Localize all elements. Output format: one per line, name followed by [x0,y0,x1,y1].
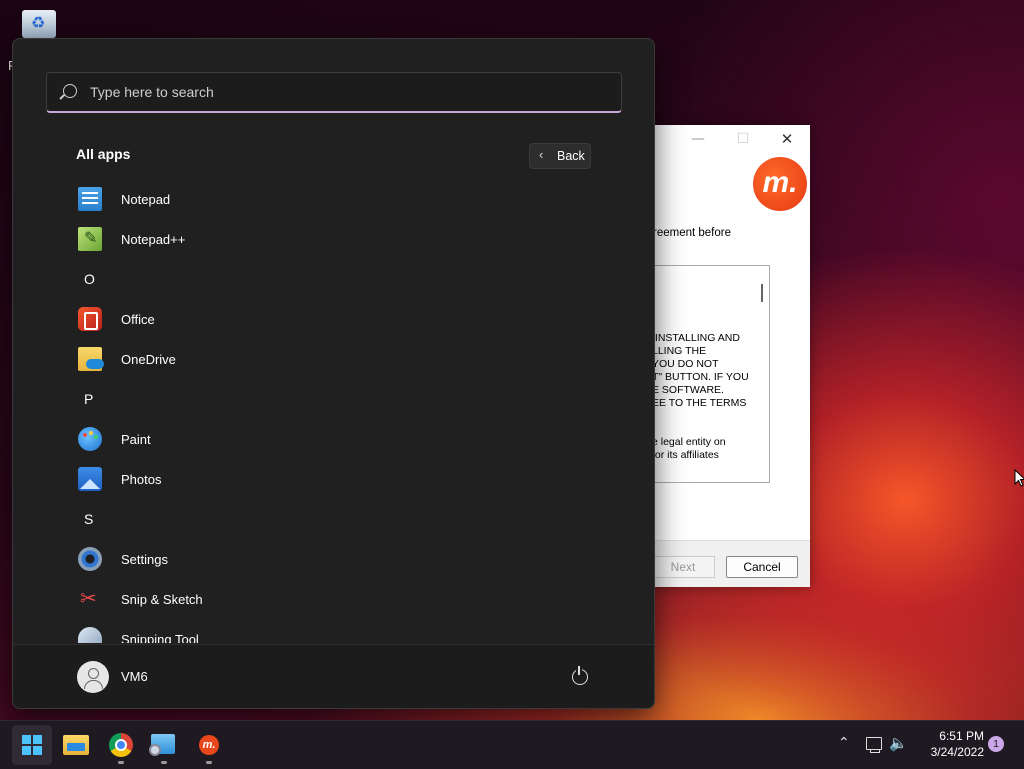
mouse-cursor-icon [1014,468,1024,492]
app-name: Office [121,312,155,327]
license-text-2: e legal entity on for its affiliates [653,436,726,461]
license-textbox[interactable]: INSTALLING AND LLING THE YOU DO NOT T" B… [653,265,770,483]
list-item-notepad[interactable]: Notepad [13,179,613,219]
app-name: Notepad++ [121,232,186,247]
power-icon[interactable] [572,666,588,685]
installer-window[interactable]: — ☐ ✕ m. reement before INSTALLING AND L… [653,125,810,587]
search-placeholder: Type here to search [90,84,214,100]
snipping-tool-icon [78,627,102,643]
search-input[interactable]: Type here to search [46,72,622,113]
list-item-onedrive[interactable]: OneDrive [13,339,613,379]
settings-icon [78,547,102,571]
list-item-photos[interactable]: Photos [13,459,613,499]
volume-icon[interactable]: 🔈 [889,734,908,752]
user-name[interactable]: VM6 [121,669,148,684]
back-button[interactable]: ‹ Back [529,143,591,169]
letter-header-o[interactable]: O [13,259,613,299]
taskbar: m. ⌃ 🔈 6:51 PM 3/24/2022 1 [0,720,1024,769]
list-item-paint[interactable]: Paint [13,419,613,459]
office-icon [78,307,102,331]
user-bar: VM6 [13,644,654,708]
running-indicator [206,761,212,764]
notepad-plus-plus-icon [78,227,102,251]
minimize-button[interactable]: — [688,131,708,147]
chrome-button[interactable] [101,725,141,765]
installer-titlebar[interactable]: — ☐ ✕ [653,125,810,155]
clock-date: 3/24/2022 [930,745,984,759]
license-text: INSTALLING AND LLING THE YOU DO NOT T" B… [653,332,749,409]
onedrive-icon [78,347,104,371]
app-name: Snipping Tool [121,632,199,643]
app-name: Settings [121,552,168,567]
avatar[interactable] [77,661,109,693]
windows-logo-icon [22,735,42,755]
next-button[interactable]: Next [653,556,715,578]
cancel-button[interactable]: Cancel [726,556,798,578]
installer-logo: m. [753,157,807,211]
chrome-icon [109,733,133,757]
letter-header-label: P [84,391,94,407]
app-name: Snip & Sketch [121,592,203,607]
clock[interactable]: 6:51 PM 3/24/2022 [912,728,984,760]
photos-icon [78,467,102,491]
paint-icon [78,427,102,451]
list-item-office[interactable]: Office [13,299,613,339]
list-item-snipping-tool[interactable]: Snipping Tool [13,619,613,643]
running-indicator [161,761,167,764]
network-icon[interactable] [866,737,882,753]
letter-header-label: S [84,511,94,527]
running-indicator [118,761,124,764]
installer-app-button[interactable]: m. [189,725,229,765]
setup-button[interactable] [144,725,184,765]
app-name: Notepad [121,192,171,207]
folder-icon [63,735,89,755]
letter-header-label: O [84,271,95,287]
back-button-label: Back [557,149,585,163]
list-item-settings[interactable]: Settings [13,539,613,579]
recycle-bin-icon[interactable] [20,8,58,38]
notepad-icon [78,187,102,211]
letter-header-s[interactable]: S [13,499,613,539]
clock-time: 6:51 PM [939,729,984,743]
letter-header-p[interactable]: P [13,379,613,419]
close-button[interactable]: ✕ [777,131,797,147]
file-explorer-button[interactable] [57,725,97,765]
start-button[interactable] [12,725,52,765]
app-name: OneDrive [121,352,176,367]
maximize-button[interactable]: ☐ [733,131,753,147]
setup-icon [149,734,175,756]
license-scrollbar[interactable] [761,284,763,302]
chevron-up-icon[interactable]: ⌃ [838,735,850,751]
list-item-notepad-plus-plus[interactable]: Notepad++ [13,219,613,259]
start-menu: Type here to search All apps ‹ Back Note… [12,38,655,709]
installer-footer: Next Cancel [653,540,810,587]
search-icon [63,84,77,98]
snip-sketch-icon [78,586,102,611]
list-item-snip-sketch[interactable]: Snip & Sketch [13,579,613,619]
installer-app-icon: m. [199,735,219,755]
all-apps-heading: All apps [76,146,131,162]
app-name: Photos [121,472,162,487]
notification-badge[interactable]: 1 [988,736,1004,752]
chevron-left-icon: ‹ [539,147,544,162]
installer-header-text: reement before [653,227,731,239]
app-list[interactable]: Notepad Notepad++ O Office OneDrive P Pa… [13,179,654,643]
app-name: Paint [121,432,151,447]
